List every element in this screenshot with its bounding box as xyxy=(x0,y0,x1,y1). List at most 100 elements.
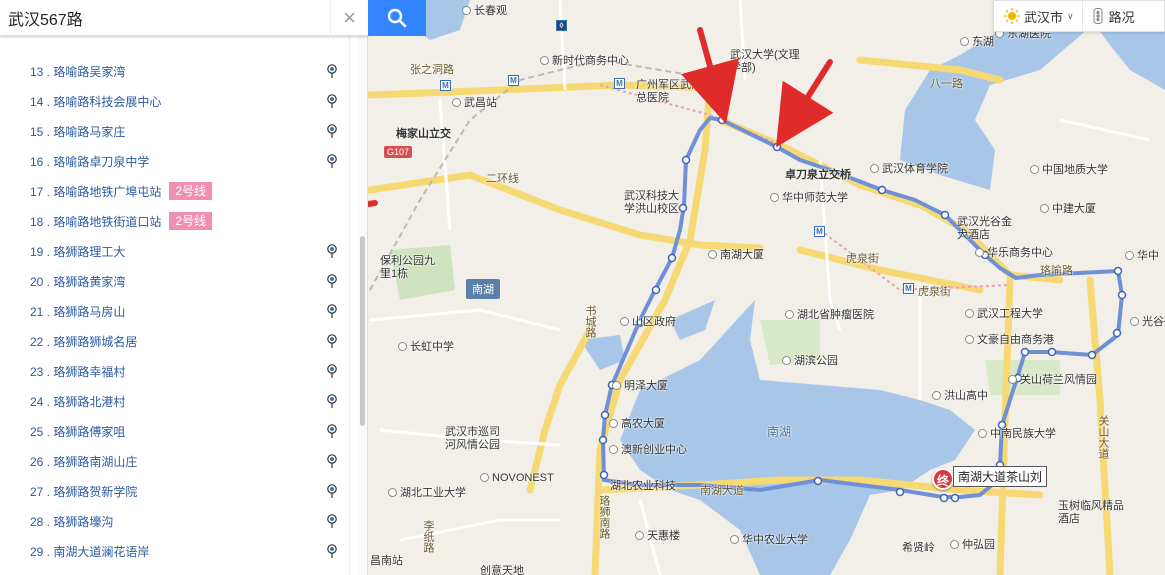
search-button[interactable] xyxy=(368,0,426,36)
metro-line-badge[interactable]: 2号线 xyxy=(169,212,213,230)
bus-stop-pin-icon[interactable] xyxy=(326,154,338,168)
metro-line-badge[interactable]: 2号线 xyxy=(169,182,213,200)
map-label-huazhong[interactable]: 华中 xyxy=(1125,250,1159,263)
map-label-gaonong[interactable]: 高农大厦 xyxy=(609,418,665,431)
map-label-wust[interactable]: 武汉科技大学洪山校区 xyxy=(624,190,680,216)
map-label-hualee[interactable]: 华乐商务中心 xyxy=(975,247,1053,260)
stop-list-item[interactable]: 23 . 珞狮路幸福村 xyxy=(0,356,350,386)
map-label-zhuodaoquan[interactable]: 卓刀泉立交桥 xyxy=(785,169,851,182)
stop-list-item[interactable]: 16 . 珞喻路卓刀泉中学 xyxy=(0,146,350,176)
building-icon xyxy=(1130,317,1139,326)
map-label-hospital[interactable]: 广州军区武汉总医院 xyxy=(636,79,708,105)
map-label-meijiashan[interactable]: 梅家山立交 xyxy=(396,128,451,141)
map-label-hubei-agri[interactable]: 湖北农业科技 xyxy=(610,480,676,493)
map-label-hzau[interactable]: 华中农业大学 xyxy=(730,534,808,547)
temple-icon xyxy=(462,6,471,15)
stop-list-item[interactable]: 27 . 珞狮路贺新学院 xyxy=(0,476,350,506)
stop-list-item[interactable]: 17 . 珞喻路地铁广埠屯站 2号线 xyxy=(0,176,350,206)
stop-list-item[interactable]: 29 . 南湖大道澜花语岸 xyxy=(0,536,350,566)
metro-icon[interactable]: M xyxy=(814,226,825,237)
stop-list-item[interactable]: 21 . 珞狮路马房山 xyxy=(0,296,350,326)
map-label-yudai[interactable]: 玉树临风精品酒店 xyxy=(1058,500,1128,526)
map-label-cancer-hospital[interactable]: 湖北省肿瘤医院 xyxy=(785,309,874,322)
traffic-button[interactable]: 路况 xyxy=(1083,1,1145,31)
map-label-hubin-park[interactable]: 湖滨公园 xyxy=(782,355,838,368)
map-label-changchun[interactable]: 长春观 xyxy=(462,5,507,18)
bus-stop-pin-icon[interactable] xyxy=(326,334,338,348)
stop-list-item[interactable]: 15 . 珞喻路马家庄 xyxy=(0,116,350,146)
bus-stop-pin-icon[interactable] xyxy=(326,544,338,558)
map-label-chuangtian[interactable]: 创意天地 xyxy=(480,565,524,575)
stop-list-item[interactable]: 28 . 珞狮路壕沟 xyxy=(0,506,350,536)
stop-list-item[interactable]: 18 . 珞喻路地铁街道口站 2号线 xyxy=(0,206,350,236)
map-label-baoli[interactable]: 保利公园九里1栋 xyxy=(380,255,440,281)
map-label-wenhao[interactable]: 文豪自由商务港 xyxy=(965,334,1054,347)
map-label-mingze[interactable]: 明泽大厦 xyxy=(612,380,668,393)
map-label-xiangxin[interactable]: 澳新创业中心 xyxy=(609,444,687,457)
map-label-hubei-tech[interactable]: 湖北工业大学 xyxy=(388,487,466,500)
bus-stop-pin-icon[interactable] xyxy=(326,424,338,438)
stop-list-item[interactable]: 25 . 珞狮路傅家咀 xyxy=(0,416,350,446)
map-label-novonest[interactable]: NOVONEST xyxy=(480,472,554,485)
bus-stop-pin-icon[interactable] xyxy=(326,244,338,258)
map-label-changhong[interactable]: 长虹中学 xyxy=(398,341,454,354)
metro-icon[interactable]: M xyxy=(614,78,625,89)
map-label-hongshan-high[interactable]: 洪山高中 xyxy=(932,390,988,403)
map-label-zhongjian[interactable]: 中建大厦 xyxy=(1040,203,1096,216)
map-label-shanqu-gov[interactable]: 山区政府 xyxy=(620,316,676,329)
road-label-bayi: 八一路 xyxy=(930,78,963,90)
map-label-tianhui[interactable]: 天惠楼 xyxy=(635,530,680,543)
road-label-luoshi-south: 珞狮南路 xyxy=(598,495,610,539)
school-icon xyxy=(932,391,941,400)
map-label-zhonghong[interactable]: 仲弘园 xyxy=(950,539,995,552)
district-badge-nanhu[interactable]: 南湖 xyxy=(466,279,500,299)
map-label-changnan[interactable]: 昌南站 xyxy=(370,555,403,568)
bus-stop-pin-icon[interactable] xyxy=(326,304,338,318)
bus-stop-pin-icon[interactable] xyxy=(326,274,338,288)
bus-stop-pin-icon[interactable] xyxy=(326,124,338,138)
map-label-wuhan-park[interactable]: 武汉市巡司河风情公园 xyxy=(445,426,505,452)
stop-list-item[interactable]: 19 . 珞狮路理工大 xyxy=(0,236,350,266)
metro-icon[interactable]: M xyxy=(440,80,451,91)
scrollbar-thumb[interactable] xyxy=(360,236,365,426)
bus-stop-pin-icon[interactable] xyxy=(326,394,338,408)
clear-button[interactable]: × xyxy=(330,0,368,36)
bus-stop-pin-icon[interactable] xyxy=(326,94,338,108)
stop-list-item[interactable]: 26 . 珞狮路南湖山庄 xyxy=(0,446,350,476)
map-label-optics-hotel[interactable]: 武汉光谷金大酒店 xyxy=(957,216,1021,242)
bus-stop-pin-icon[interactable] xyxy=(326,484,338,498)
map-label-scuec[interactable]: 中南民族大学 xyxy=(978,428,1056,441)
terminal-marker[interactable]: 终 xyxy=(932,468,954,490)
map-label-cug[interactable]: 中国地质大学 xyxy=(1030,164,1108,177)
building-icon xyxy=(708,250,717,259)
stop-list-item[interactable]: 14 . 珞喻路科技会展中心 xyxy=(0,86,350,116)
bus-stop-pin-icon[interactable] xyxy=(326,454,338,468)
map-label-nanhu-building[interactable]: 南湖大厦 xyxy=(708,249,764,262)
map-label-guanshan[interactable]: 关山荷兰风情园 xyxy=(1008,374,1097,387)
search-input[interactable] xyxy=(0,0,330,36)
stop-label: 28 . 珞狮路壕沟 xyxy=(30,514,114,529)
stop-list-item[interactable]: 20 . 珞狮路黄家湾 xyxy=(0,266,350,296)
map-label-guanggu[interactable]: 光谷街 xyxy=(1130,316,1165,329)
stop-list-item[interactable]: 22 . 珞狮路狮城名居 xyxy=(0,326,350,356)
map-label-whu[interactable]: 武汉大学(文理学部) xyxy=(730,49,800,75)
city-switch-button[interactable]: 武汉市 ∨ xyxy=(994,1,1083,31)
map-label-xixianling[interactable]: 希贤岭 xyxy=(902,542,935,555)
stop-list-item[interactable]: 24 . 珞狮路北港村 xyxy=(0,386,350,416)
terminal-label[interactable]: 南湖大道茶山刘 xyxy=(953,466,1048,487)
map-label-dongting[interactable]: 东湖 xyxy=(960,36,994,49)
bus-stop-pin-icon[interactable] xyxy=(326,364,338,378)
map-label-ccnu[interactable]: 华中师范大学 xyxy=(770,192,848,205)
map-label-wit[interactable]: 武汉工程大学 xyxy=(965,308,1043,321)
subway-entrance-icon[interactable]: ◊ xyxy=(556,20,567,31)
road-label-zhangzhidong: 张之洞路 xyxy=(410,64,454,76)
metro-icon[interactable]: M xyxy=(508,75,519,86)
map-label-new-era[interactable]: 新时代商务中心 xyxy=(540,55,629,68)
bus-stop-pin-icon[interactable] xyxy=(326,64,338,78)
metro-icon[interactable]: M xyxy=(903,283,914,294)
map-label-sports[interactable]: 武汉体育学院 xyxy=(870,163,948,176)
bus-stop-pin-icon[interactable] xyxy=(326,514,338,528)
stop-list-item[interactable]: 13 . 珞喻路吴家湾 xyxy=(0,56,350,86)
map-label-wuchang-station[interactable]: 武昌站 xyxy=(452,97,497,110)
building-icon xyxy=(975,248,984,257)
